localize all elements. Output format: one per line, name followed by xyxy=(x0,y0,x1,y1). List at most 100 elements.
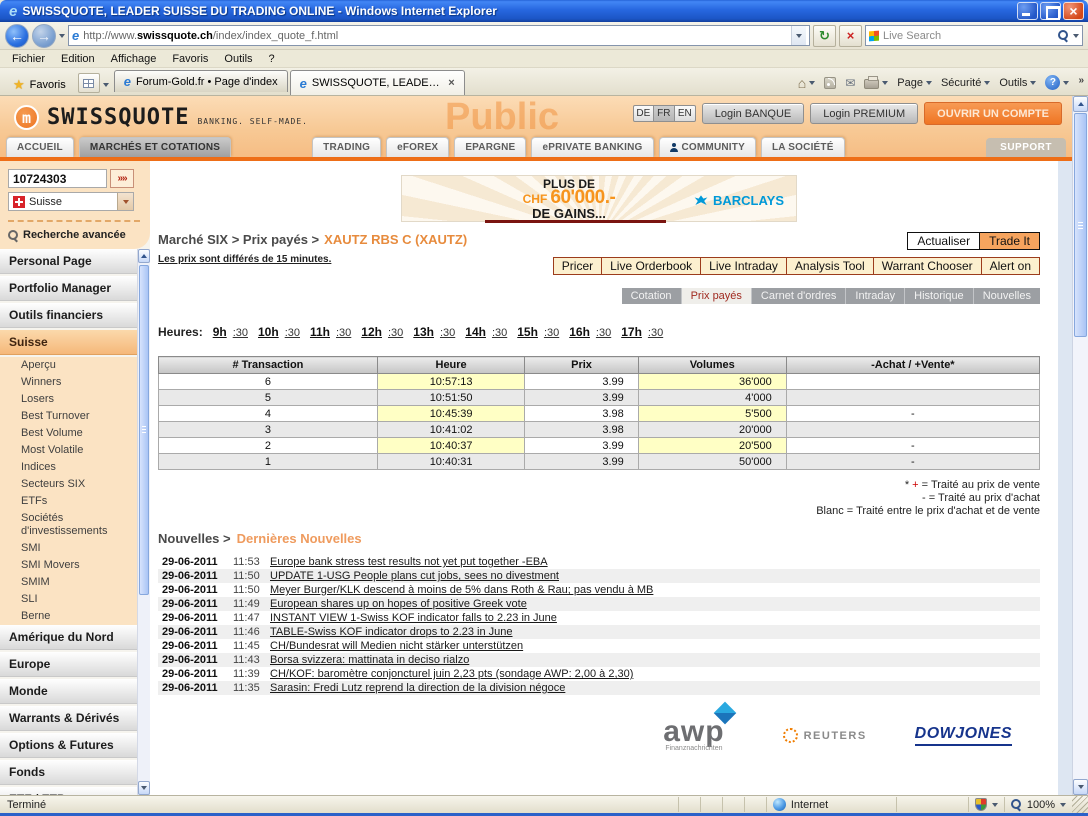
sidebar-item[interactable]: Most Volatile xyxy=(0,442,137,459)
site-nav-tab[interactable]: TRADING xyxy=(312,137,381,157)
hour-link[interactable]: :30 xyxy=(285,327,300,339)
login-banque-button[interactable]: Login BANQUE xyxy=(702,103,804,124)
command-menu[interactable]: Sécurité xyxy=(941,77,990,89)
search-input[interactable] xyxy=(883,30,1054,42)
site-nav-tab[interactable]: ACCUEIL xyxy=(6,137,74,157)
scroll-up-button[interactable] xyxy=(138,249,150,263)
forward-button[interactable]: → xyxy=(32,24,56,48)
menu-item[interactable]: Affichage xyxy=(103,52,165,66)
news-link[interactable]: Europe bank stress test results not yet … xyxy=(270,556,548,568)
trade-it-button[interactable]: Trade It xyxy=(980,232,1040,250)
hour-link[interactable]: 10h xyxy=(258,325,279,339)
delay-notice-link[interactable]: Les prix sont différés de 15 minutes. xyxy=(158,254,331,265)
sidebar-item[interactable]: SMIM xyxy=(0,574,137,591)
quick-tabs-button[interactable] xyxy=(78,73,100,93)
page-scrollbar[interactable] xyxy=(1072,96,1088,795)
protection-indicator[interactable] xyxy=(968,797,1004,812)
mail-icon[interactable]: ✉ xyxy=(845,76,855,90)
news-link[interactable]: CH/Bundesrat will Medien nicht stärker u… xyxy=(270,640,523,652)
tool-button[interactable]: Live Intraday xyxy=(701,257,787,275)
hour-link[interactable]: :30 xyxy=(648,327,663,339)
sidebar-item[interactable]: Aperçu xyxy=(0,357,137,374)
menu-item[interactable]: ? xyxy=(261,52,283,66)
hour-link[interactable]: 16h xyxy=(569,325,590,339)
sidebar-scrollbar[interactable] xyxy=(137,249,150,795)
banner-ad[interactable]: PLUS DE CHF 60'000.- DE GAINS... BARCLAY… xyxy=(401,175,797,222)
scroll-up-button[interactable] xyxy=(1073,96,1088,112)
quote-tab[interactable]: Carnet d'ordres xyxy=(751,288,845,304)
sidebar-item[interactable]: Monde xyxy=(0,679,137,704)
site-nav-tab[interactable]: ePRIVATE BANKING xyxy=(531,137,653,157)
command-menu[interactable]: Page xyxy=(897,77,932,89)
help-button[interactable]: ? xyxy=(1045,75,1069,90)
site-nav-tab[interactable]: EPARGNE xyxy=(454,137,526,157)
sidebar-item[interactable]: Suisse xyxy=(0,330,137,355)
quote-tab[interactable]: Intraday xyxy=(845,288,904,304)
sidebar-item[interactable]: Fonds xyxy=(0,760,137,785)
command-menu[interactable]: Outils xyxy=(999,77,1036,89)
hour-link[interactable]: 11h xyxy=(310,325,330,339)
menu-item[interactable]: Fichier xyxy=(4,52,53,66)
scroll-down-button[interactable] xyxy=(138,781,150,795)
country-dropdown-button[interactable] xyxy=(117,193,133,210)
tool-button[interactable]: Warrant Chooser xyxy=(874,257,982,275)
actualiser-button[interactable]: Actualiser xyxy=(907,232,980,250)
browser-tab[interactable]: e SWISSQUOTE, LEADER S... × xyxy=(290,70,465,95)
sidebar-item[interactable]: ETFs xyxy=(0,493,137,510)
swissquote-logo[interactable]: m SWISSQUOTE BANKING. SELF-MADE. xyxy=(14,105,308,130)
country-select[interactable]: Suisse xyxy=(8,192,134,211)
tab-list-dropdown-icon[interactable] xyxy=(103,83,109,87)
favorites-button[interactable]: ★ Favoris xyxy=(4,75,75,95)
sidebar-item[interactable]: Outils financiers xyxy=(0,303,137,328)
resize-grip[interactable] xyxy=(1072,796,1088,813)
news-link[interactable]: CH/KOF: baromètre conjoncturel juin 2,23… xyxy=(270,668,633,680)
sidebar-item[interactable]: Sociétés d'investissements xyxy=(0,510,137,540)
support-tab[interactable]: SUPPORT xyxy=(986,138,1066,157)
news-link[interactable]: TABLE-Swiss KOF indicator drops to 2.23 … xyxy=(270,626,513,638)
history-dropdown-icon[interactable] xyxy=(59,34,65,38)
sidebar-item[interactable]: Secteurs SIX xyxy=(0,476,137,493)
print-button[interactable] xyxy=(864,76,888,89)
minimize-button[interactable] xyxy=(1017,2,1038,20)
tool-button[interactable]: Pricer xyxy=(553,257,602,275)
quote-go-button[interactable]: »» xyxy=(110,169,134,188)
sidebar-item[interactable]: ETF / ETP xyxy=(0,787,137,795)
sidebar-item[interactable]: Best Turnover xyxy=(0,408,137,425)
hour-link[interactable]: 12h xyxy=(361,325,382,339)
back-button[interactable]: ← xyxy=(5,24,29,48)
tool-button[interactable]: Live Orderbook xyxy=(602,257,701,275)
sidebar-item[interactable]: Amérique du Nord xyxy=(0,625,137,650)
menu-item[interactable]: Outils xyxy=(216,52,260,66)
hour-link[interactable]: :30 xyxy=(388,327,403,339)
hour-link[interactable]: 17h xyxy=(621,325,642,339)
news-link[interactable]: UPDATE 1-USG People plans cut jobs, sees… xyxy=(270,570,559,582)
menu-item[interactable]: Edition xyxy=(53,52,103,66)
close-button[interactable] xyxy=(1063,2,1084,20)
hour-link[interactable]: :30 xyxy=(233,327,248,339)
restore-button[interactable] xyxy=(1040,2,1061,20)
sidebar-item[interactable]: Warrants & Dérivés xyxy=(0,706,137,731)
site-nav-tab[interactable]: COMMUNITY xyxy=(659,137,756,157)
login-premium-button[interactable]: Login PREMIUM xyxy=(810,103,918,124)
news-link[interactable]: Sarasin: Fredi Lutz reprend la direction… xyxy=(270,682,565,694)
scrollbar-thumb[interactable] xyxy=(1074,113,1087,337)
hour-link[interactable]: 15h xyxy=(517,325,538,339)
scrollbar-thumb[interactable] xyxy=(139,265,149,595)
sidebar-item[interactable]: Europe xyxy=(0,652,137,677)
browser-tab[interactable]: e Forum-Gold.fr • Page d'index × xyxy=(114,70,288,92)
language-button[interactable]: EN xyxy=(675,105,696,122)
sidebar-item[interactable]: Berne xyxy=(0,608,137,625)
scroll-down-button[interactable] xyxy=(1073,779,1088,795)
search-icon[interactable] xyxy=(1058,30,1069,41)
sidebar-item[interactable]: Options & Futures xyxy=(0,733,137,758)
address-field[interactable]: e http://www.swissquote.ch/index/index_q… xyxy=(68,25,810,46)
site-nav-tab[interactable]: eFOREX xyxy=(386,137,449,157)
sidebar-item[interactable]: Personal Page xyxy=(0,249,137,274)
open-account-button[interactable]: OUVRIR UN COMPTE xyxy=(924,102,1062,125)
hour-link[interactable]: :30 xyxy=(544,327,559,339)
quote-tab[interactable]: Prix payés xyxy=(681,288,751,304)
hour-link[interactable]: :30 xyxy=(596,327,611,339)
sidebar-item[interactable]: Best Volume xyxy=(0,425,137,442)
site-nav-tab[interactable]: LA SOCIÉTÉ xyxy=(761,137,845,157)
hour-link[interactable]: 14h xyxy=(465,325,486,339)
